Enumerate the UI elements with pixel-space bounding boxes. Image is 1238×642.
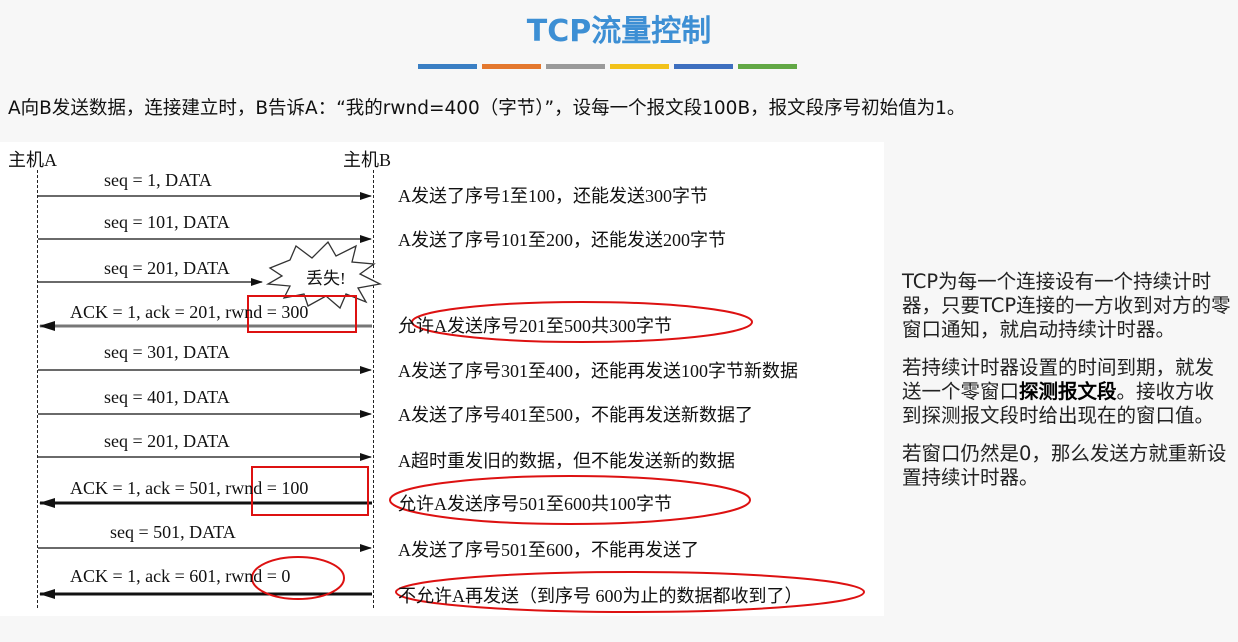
color-bar-5 (674, 64, 733, 69)
msg-label-7: seq = 201, DATA (104, 431, 230, 451)
intro-text: A向B发送数据，连接建立时，B告诉A：“我的rwnd=400（字节）”，设每一个… (8, 98, 966, 119)
note-1: A发送了序号1至100，还能发送300字节 (398, 186, 708, 206)
msg-label-8: ACK = 1, ack = 501, rwnd = 100 (70, 478, 309, 498)
sequence-diagram: 主机A 主机B seq = 1, DATA seq = 101, DATA se… (0, 142, 884, 616)
note-8: 允许A发送序号501至600共100字节 (398, 494, 672, 514)
note-5: A发送了序号301至400，还能再发送100字节新数据 (398, 361, 798, 381)
note-9: A发送了序号501至600，不能再发送了 (398, 540, 699, 560)
color-bar-4 (610, 64, 669, 69)
note-6: A发送了序号401至500，不能再发送新数据了 (398, 405, 753, 425)
msg-label-10: ACK = 1, ack = 601, rwnd = 0 (70, 566, 291, 586)
msg-label-6: seq = 401, DATA (104, 387, 230, 407)
lost-label: 丢失! (306, 269, 346, 288)
msg-label-3: seq = 201, DATA (104, 258, 230, 278)
msg-label-5: seq = 301, DATA (104, 342, 230, 362)
note-7: A超时重发旧的数据，但不能发送新的数据 (398, 451, 735, 471)
explanation-paragraph-1: TCP为每一个连接设有一个持续计时器，只要TCP连接的一方收到对方的零窗口通知，… (902, 270, 1231, 341)
color-bar-1 (418, 64, 477, 69)
color-bar-2 (482, 64, 541, 69)
probe-segment-term: 探测报文段 (1019, 380, 1117, 403)
color-bar-6 (738, 64, 797, 69)
page-title: TCP流量控制 (526, 14, 712, 49)
msg-label-2: seq = 101, DATA (104, 212, 230, 232)
explanation-paragraph-2: 若持续计时器设置的时间到期，就发送一个零窗口探测报文段。接收方收到探测报文段时给… (902, 356, 1232, 428)
note-10: 不允许A再发送（到序号 600为止的数据都收到了） (398, 586, 803, 606)
note-4: 允许A发送序号201至500共300字节 (398, 316, 672, 336)
explanation-paragraph-3: 若窗口仍然是0，那么发送方就重新设置持续计时器。 (902, 442, 1227, 489)
note-2: A发送了序号101至200，还能发送200字节 (398, 230, 726, 250)
explanation-panel: TCP为每一个连接设有一个持续计时器，只要TCP连接的一方收到对方的零窗口通知，… (902, 270, 1232, 504)
msg-label-4: ACK = 1, ack = 201, rwnd = 300 (70, 302, 309, 322)
msg-label-9: seq = 501, DATA (110, 522, 236, 542)
msg-label-1: seq = 1, DATA (104, 170, 212, 190)
color-bar-3 (546, 64, 605, 69)
